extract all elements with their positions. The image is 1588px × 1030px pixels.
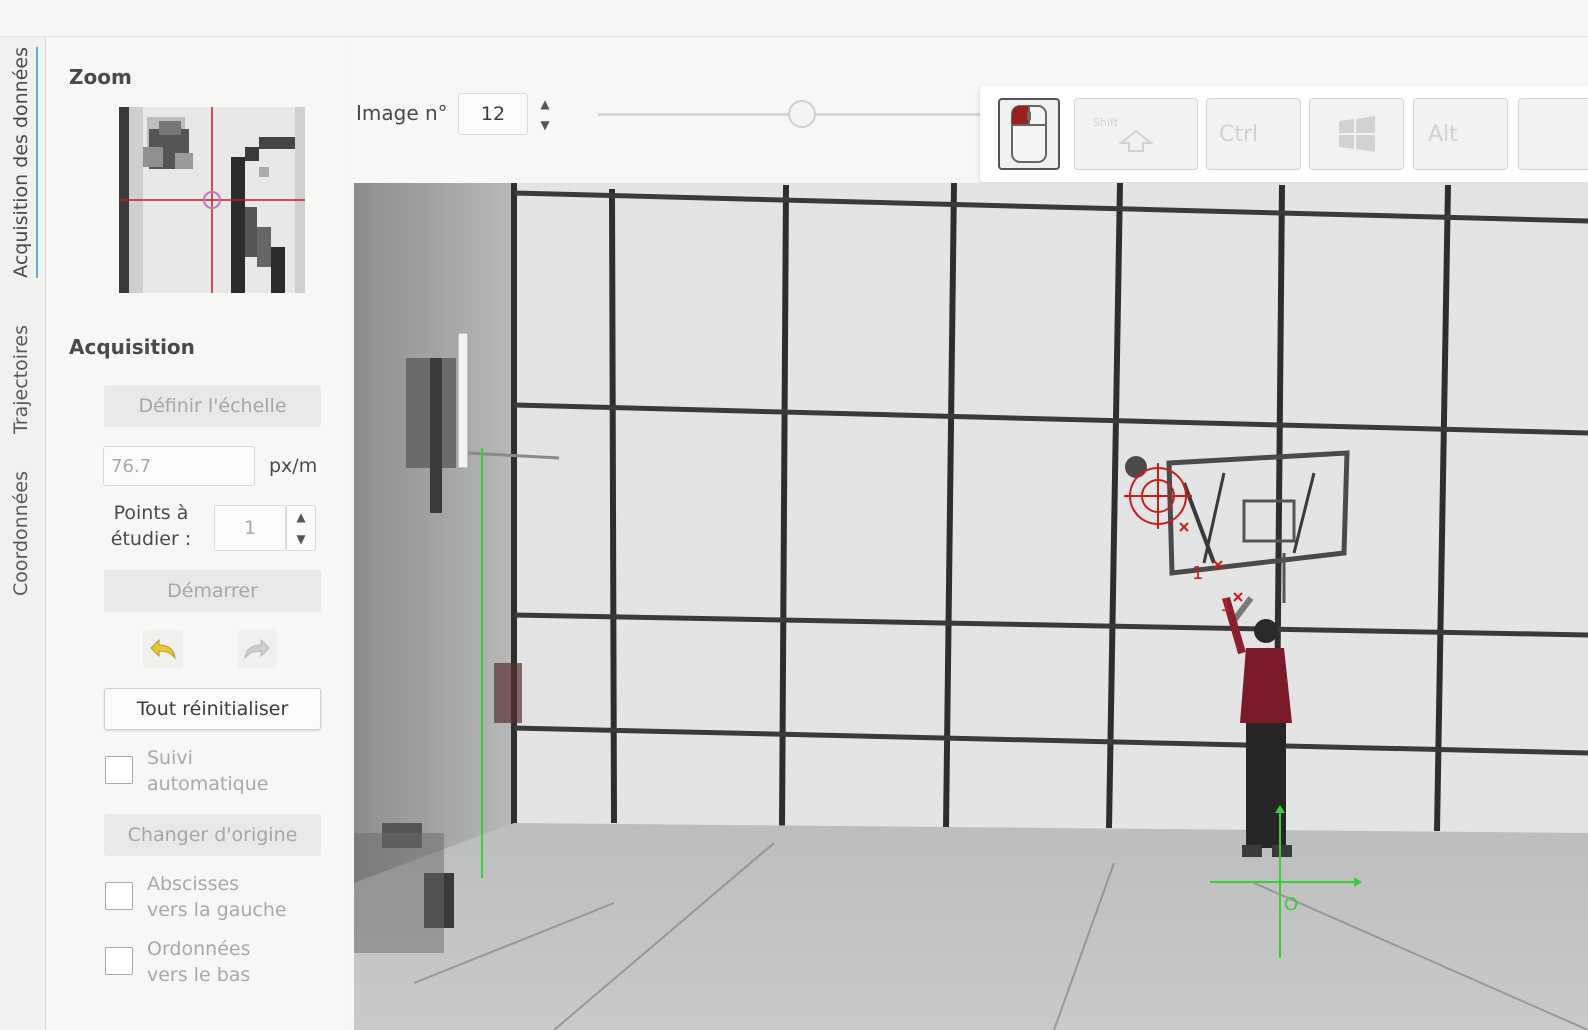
image-up-icon[interactable]: ▲ — [531, 93, 559, 114]
shift-key: Shift — [1074, 98, 1198, 170]
points-count-input[interactable]: 1 — [214, 505, 286, 551]
alt-key: Alt — [1413, 98, 1508, 170]
x-left-label-line2: vers la gauche — [147, 899, 287, 921]
x-left-label-line1: Abscisses — [147, 873, 240, 895]
zoom-image — [119, 107, 305, 293]
zoom-title: Zoom — [69, 65, 132, 89]
image-down-icon[interactable]: ▼ — [531, 114, 559, 135]
redo-arrow-icon — [244, 638, 270, 660]
y-down-label: Ordonnées vers le bas — [147, 936, 250, 988]
mouse-left-click-icon — [1011, 105, 1047, 163]
image-slider-thumb[interactable] — [788, 100, 816, 128]
points-label-line1: Points à — [113, 502, 189, 524]
windows-key — [1309, 98, 1404, 170]
tab-trajectoires[interactable]: Trajectoires — [10, 325, 32, 434]
auto-tracking-label-line1: Suivi — [147, 747, 193, 769]
origin-label: O — [1284, 894, 1298, 915]
start-button[interactable]: Démarrer — [104, 570, 321, 612]
image-number-stepper[interactable]: ▲ ▼ — [531, 93, 561, 135]
tab-acquisition[interactable]: Acquisition des données — [10, 47, 38, 278]
points-up-icon[interactable]: ▲ — [287, 506, 315, 528]
trajectory-point-label: 1 — [1192, 563, 1203, 584]
points-count-stepper[interactable]: ▲ ▼ — [286, 505, 316, 551]
zoom-view — [119, 107, 305, 293]
title-bar — [0, 0, 1588, 37]
scale-unit-label: px/m — [269, 455, 318, 477]
acquisition-title: Acquisition — [69, 335, 195, 359]
auto-tracking-label: Suivi automatique — [147, 745, 268, 797]
undo-arrow-icon — [150, 638, 176, 660]
vertical-tab-bar: Acquisition des données Trajectoires Coo… — [0, 37, 46, 1030]
image-number-input[interactable]: 12 — [458, 93, 528, 135]
trajectory-point-label: 1 — [1220, 595, 1231, 616]
redo-button[interactable] — [237, 630, 277, 668]
extra-key — [1518, 98, 1588, 170]
video-frame[interactable]: O 1 1 — [354, 183, 1588, 1030]
y-down-checkbox[interactable] — [105, 947, 133, 975]
undo-button[interactable] — [143, 630, 183, 668]
y-down-label-line2: vers le bas — [147, 964, 251, 986]
image-number-label: Image n° — [356, 101, 448, 125]
key-overlay: Shift Ctrl Alt — [980, 86, 1588, 182]
points-label: Points à étudier : — [101, 500, 201, 552]
y-down-label-line1: Ordonnées — [147, 938, 251, 960]
auto-tracking-label-line2: automatique — [147, 773, 269, 795]
left-panel: Zoom Acquisition Définir l'échelle px/ — [47, 37, 347, 1030]
shift-arrow-icon — [1119, 129, 1153, 152]
x-left-checkbox[interactable] — [105, 882, 133, 910]
points-down-icon[interactable]: ▼ — [287, 528, 315, 550]
mouse-key — [998, 98, 1060, 170]
tab-coordonnees[interactable]: Coordonnées — [10, 471, 32, 596]
points-label-line2: étudier : — [110, 528, 192, 550]
video-image[interactable]: O 1 1 — [354, 183, 1588, 1030]
reset-all-button[interactable]: Tout réinitialiser — [104, 688, 321, 730]
define-scale-button[interactable]: Définir l'échelle — [104, 385, 321, 427]
auto-tracking-checkbox[interactable] — [105, 756, 133, 784]
change-origin-button[interactable]: Changer d'origine — [104, 814, 321, 856]
scale-input[interactable] — [103, 446, 255, 486]
ctrl-key: Ctrl — [1206, 98, 1301, 170]
windows-key-icon — [1338, 116, 1375, 152]
shift-key-label: Shift — [1093, 115, 1119, 129]
x-left-label: Abscisses vers la gauche — [147, 871, 287, 923]
